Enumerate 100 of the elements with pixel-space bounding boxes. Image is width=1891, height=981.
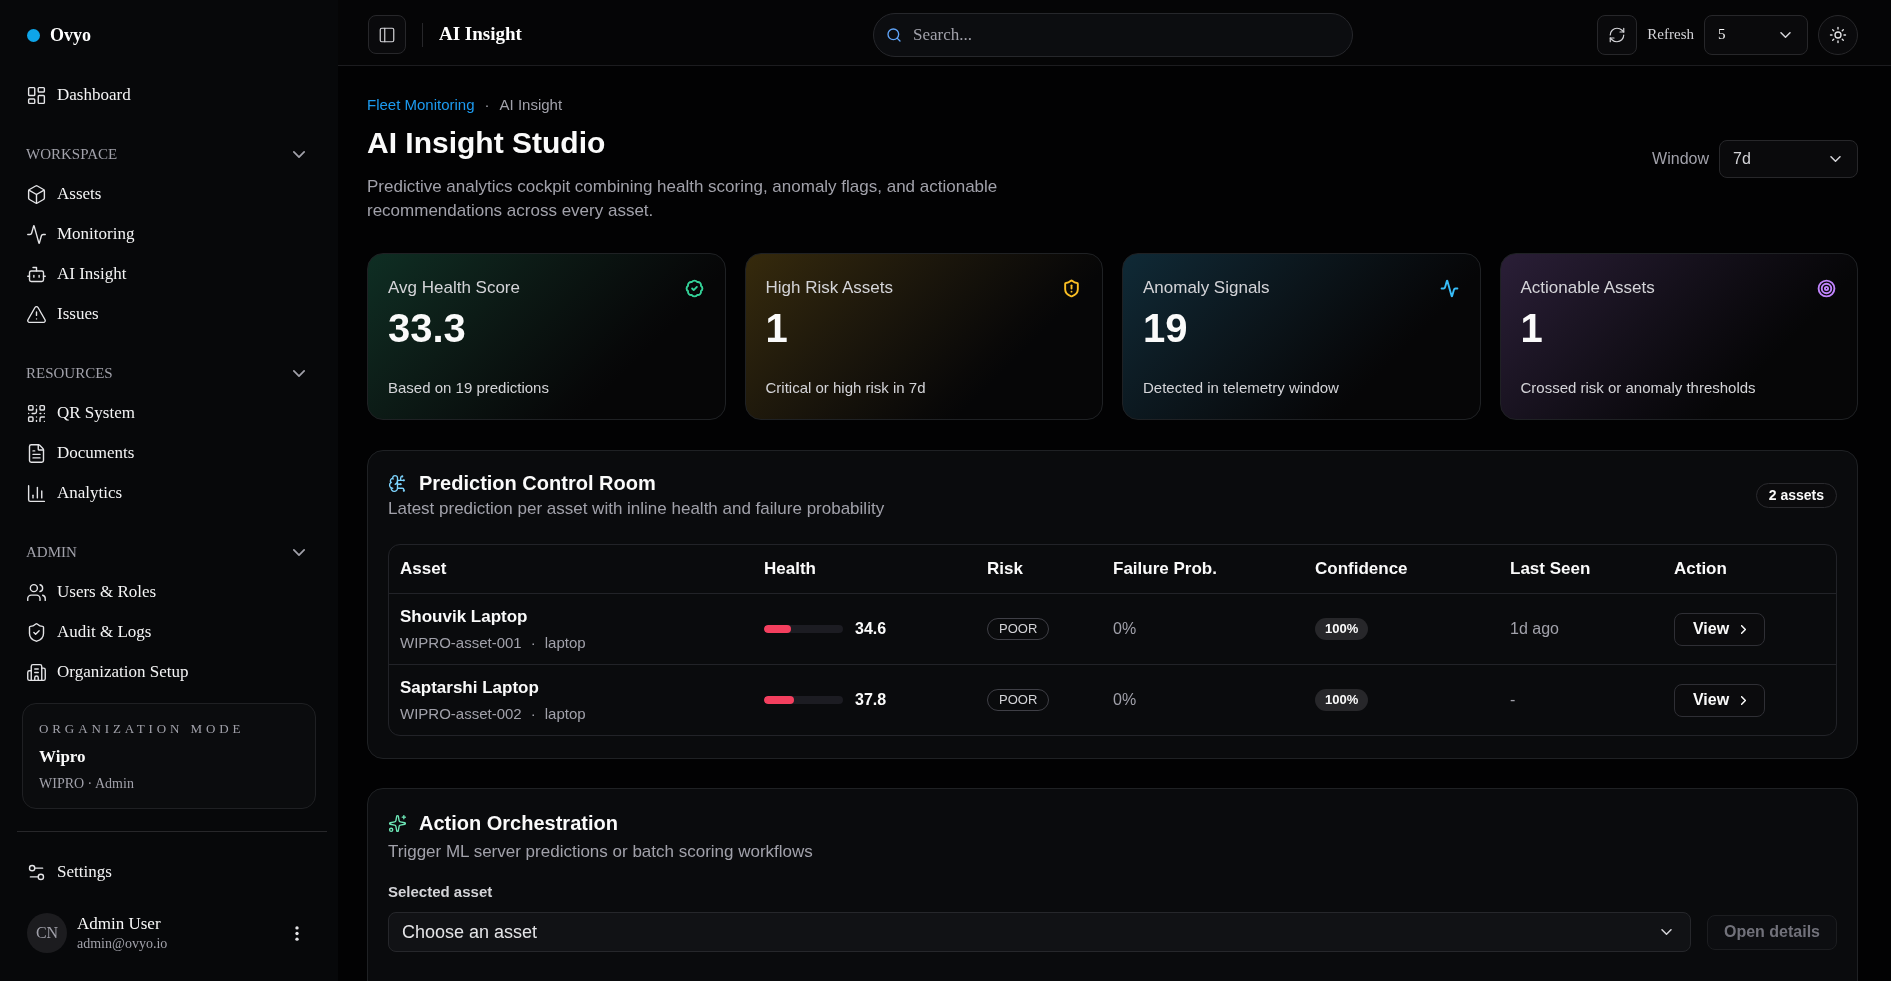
sidebar-link[interactable]: AI Insight bbox=[26, 254, 127, 294]
organization-name: Wipro bbox=[39, 746, 87, 768]
sidebar-link[interactable]: Documents bbox=[26, 433, 135, 473]
sparkles-icon bbox=[388, 813, 407, 833]
chevron-down-icon bbox=[1661, 929, 1672, 935]
window-select[interactable]: 7d bbox=[1719, 140, 1858, 178]
sidebar-link[interactable]: Audit & Logs bbox=[26, 612, 152, 652]
panel-title: Prediction Control Room bbox=[419, 471, 656, 496]
chevron-down-icon[interactable] bbox=[293, 369, 305, 377]
qr-code-icon bbox=[26, 402, 47, 424]
health-score: 37.8 bbox=[855, 690, 887, 710]
stat-note: Based on 19 predictions bbox=[388, 378, 550, 398]
stat-value: 1 bbox=[1520, 305, 1544, 352]
asset-count-badge: 2 assets bbox=[1755, 482, 1837, 508]
breadcrumb-separator: · bbox=[484, 95, 490, 115]
page-description: Predictive analytics cockpit combining health scoring, anomaly flags, and actionable recommendations across every asset. bbox=[367, 176, 999, 222]
user-name: Admin User bbox=[77, 913, 162, 935]
confidence-badge: 100% bbox=[1315, 618, 1369, 640]
view-button[interactable]: View bbox=[1674, 683, 1765, 717]
stat-value: 19 bbox=[1143, 305, 1189, 352]
users-icon bbox=[26, 581, 47, 603]
stat-title: Actionable Assets bbox=[1520, 278, 1655, 298]
column-header: Failure Prob. bbox=[1113, 558, 1217, 581]
column-header: Asset bbox=[400, 558, 447, 581]
pulse-line-icon bbox=[26, 223, 47, 245]
page-title: AI Insight bbox=[439, 22, 522, 47]
sun-icon bbox=[1829, 25, 1847, 44]
sidebar-toggle-icon bbox=[378, 25, 396, 44]
column-header: Confidence bbox=[1315, 558, 1408, 581]
breadcrumb-current: AI Insight bbox=[499, 95, 563, 115]
shield-check-icon bbox=[26, 621, 47, 643]
sidebar-link[interactable]: Dashboard bbox=[26, 75, 131, 115]
sidebar-link[interactable]: Settings bbox=[26, 852, 112, 892]
theme-toggle-button[interactable] bbox=[1818, 14, 1858, 55]
stat-note: Detected in telemetry window bbox=[1143, 378, 1340, 398]
chevron-right-icon bbox=[1741, 624, 1747, 634]
cube-icon bbox=[26, 183, 47, 205]
sidebar-link[interactable]: Monitoring bbox=[26, 214, 135, 254]
bar-chart-icon bbox=[26, 482, 47, 504]
asset-detail: laptop bbox=[544, 704, 586, 724]
organization-detail: WIPRO · Admin bbox=[39, 775, 135, 793]
refresh-button[interactable] bbox=[1597, 14, 1638, 55]
asset-detail: WIPRO-asset-001 bbox=[400, 633, 522, 653]
stat-note: Crossed risk or anomaly thresholds bbox=[1520, 378, 1757, 398]
stat-note: Critical or high risk in 7d bbox=[765, 378, 927, 398]
refresh-icon bbox=[1608, 25, 1627, 44]
column-header: Last Seen bbox=[1510, 558, 1591, 581]
refresh-interval-select[interactable]: 5 bbox=[1704, 14, 1808, 55]
chevron-down-icon[interactable] bbox=[293, 150, 305, 158]
sidebar-link[interactable]: QR System bbox=[26, 393, 135, 433]
sidebar-link[interactable]: Users & Roles bbox=[26, 572, 157, 612]
sidebar-link[interactable]: Analytics bbox=[26, 473, 123, 513]
document-icon bbox=[26, 442, 47, 464]
sidebar-toggle-button[interactable] bbox=[368, 15, 406, 54]
stat-value: 1 bbox=[765, 305, 789, 352]
window-label: Window bbox=[1652, 149, 1709, 169]
warning-triangle-icon bbox=[26, 303, 47, 325]
asset-detail: WIPRO-asset-002 bbox=[400, 704, 522, 724]
asset-select[interactable]: Choose an asset bbox=[388, 912, 1691, 952]
avatar: CN bbox=[27, 913, 67, 953]
confidence-badge: 100% bbox=[1315, 689, 1369, 711]
more-options-icon[interactable] bbox=[295, 925, 299, 941]
asset-detail: · bbox=[530, 704, 536, 724]
asset-name: Saptarshi Laptop bbox=[400, 677, 540, 699]
panel-subtitle: Trigger ML server predictions or batch scoring workflows bbox=[388, 841, 814, 863]
building-icon bbox=[26, 661, 47, 683]
last-seen: 1d ago bbox=[1510, 619, 1559, 639]
stat-value: 33.3 bbox=[388, 305, 467, 352]
page-heading: AI Insight Studio bbox=[367, 125, 607, 161]
sidebar-link[interactable]: Organization Setup bbox=[26, 652, 189, 692]
brain-icon bbox=[388, 473, 407, 493]
brand-name: Ovyo bbox=[50, 23, 91, 47]
column-header: Risk bbox=[987, 558, 1023, 581]
chevron-right-icon bbox=[1741, 695, 1747, 705]
last-seen: - bbox=[1510, 690, 1516, 710]
view-button[interactable]: View bbox=[1674, 612, 1765, 646]
failure-probability: 0% bbox=[1113, 690, 1137, 710]
chevron-down-icon bbox=[1780, 31, 1791, 38]
breadcrumb-link[interactable]: Fleet Monitoring bbox=[367, 95, 475, 115]
user-email: admin@ovyo.io bbox=[77, 935, 169, 953]
section-heading: WORKSPACE bbox=[26, 144, 118, 164]
search-field[interactable]: Search... bbox=[873, 12, 1353, 57]
sidebar-link[interactable]: Assets bbox=[26, 174, 102, 214]
card-label: ORGANIZATION MODE bbox=[39, 720, 246, 738]
search-icon bbox=[886, 26, 902, 43]
failure-probability: 0% bbox=[1113, 619, 1137, 639]
panel-title: Action Orchestration bbox=[419, 811, 618, 836]
stat-title: Avg Health Score bbox=[388, 278, 520, 298]
section-heading: ADMIN bbox=[26, 542, 77, 562]
asset-detail: · bbox=[530, 633, 536, 653]
column-header: Action bbox=[1674, 558, 1727, 581]
field-label: Selected asset bbox=[388, 882, 494, 902]
refresh-label: Refresh bbox=[1647, 25, 1694, 45]
sidebar-link[interactable]: Issues bbox=[26, 294, 99, 334]
asset-detail: laptop bbox=[544, 633, 586, 653]
stat-title: Anomaly Signals bbox=[1143, 278, 1270, 298]
chevron-down-icon[interactable] bbox=[293, 548, 305, 556]
grid-icon bbox=[26, 84, 47, 106]
stat-title: High Risk Assets bbox=[765, 278, 894, 298]
chevron-down-icon bbox=[1830, 156, 1841, 162]
